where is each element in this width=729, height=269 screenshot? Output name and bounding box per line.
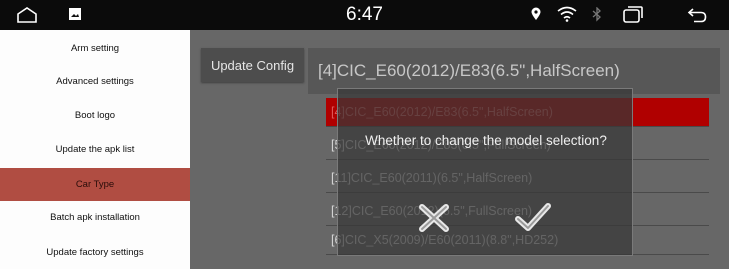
check-icon[interactable] bbox=[513, 201, 553, 235]
sidebar-item-advanced-settings[interactable]: Advanced settings bbox=[0, 71, 190, 93]
clock: 6:47 bbox=[346, 4, 383, 25]
bluetooth-icon bbox=[592, 7, 601, 22]
sidebar-item-batch-apk-installation[interactable]: Batch apk installation bbox=[0, 207, 190, 229]
sidebar: Arm setting Advanced settings Boot logo … bbox=[0, 30, 190, 269]
confirm-dialog: Whether to change the model selection? bbox=[337, 88, 633, 256]
dialog-message: Whether to change the model selection? bbox=[365, 133, 607, 148]
wifi-icon bbox=[557, 6, 577, 22]
sidebar-item-update-apk-list[interactable]: Update the apk list bbox=[0, 139, 190, 161]
sidebar-item-arm-setting[interactable]: Arm setting bbox=[0, 38, 190, 60]
recents-icon[interactable] bbox=[623, 6, 643, 23]
sidebar-item-boot-logo[interactable]: Boot logo bbox=[0, 105, 190, 127]
sidebar-item-update-factory-settings[interactable]: Update factory settings bbox=[0, 242, 190, 264]
sidebar-item-car-type[interactable]: Car Type bbox=[0, 168, 190, 201]
update-config-button[interactable]: Update Config bbox=[201, 48, 304, 82]
back-icon[interactable] bbox=[687, 7, 707, 23]
cross-icon[interactable] bbox=[414, 201, 454, 235]
location-icon bbox=[531, 7, 541, 20]
status-bar: 6:47 bbox=[0, 0, 729, 30]
